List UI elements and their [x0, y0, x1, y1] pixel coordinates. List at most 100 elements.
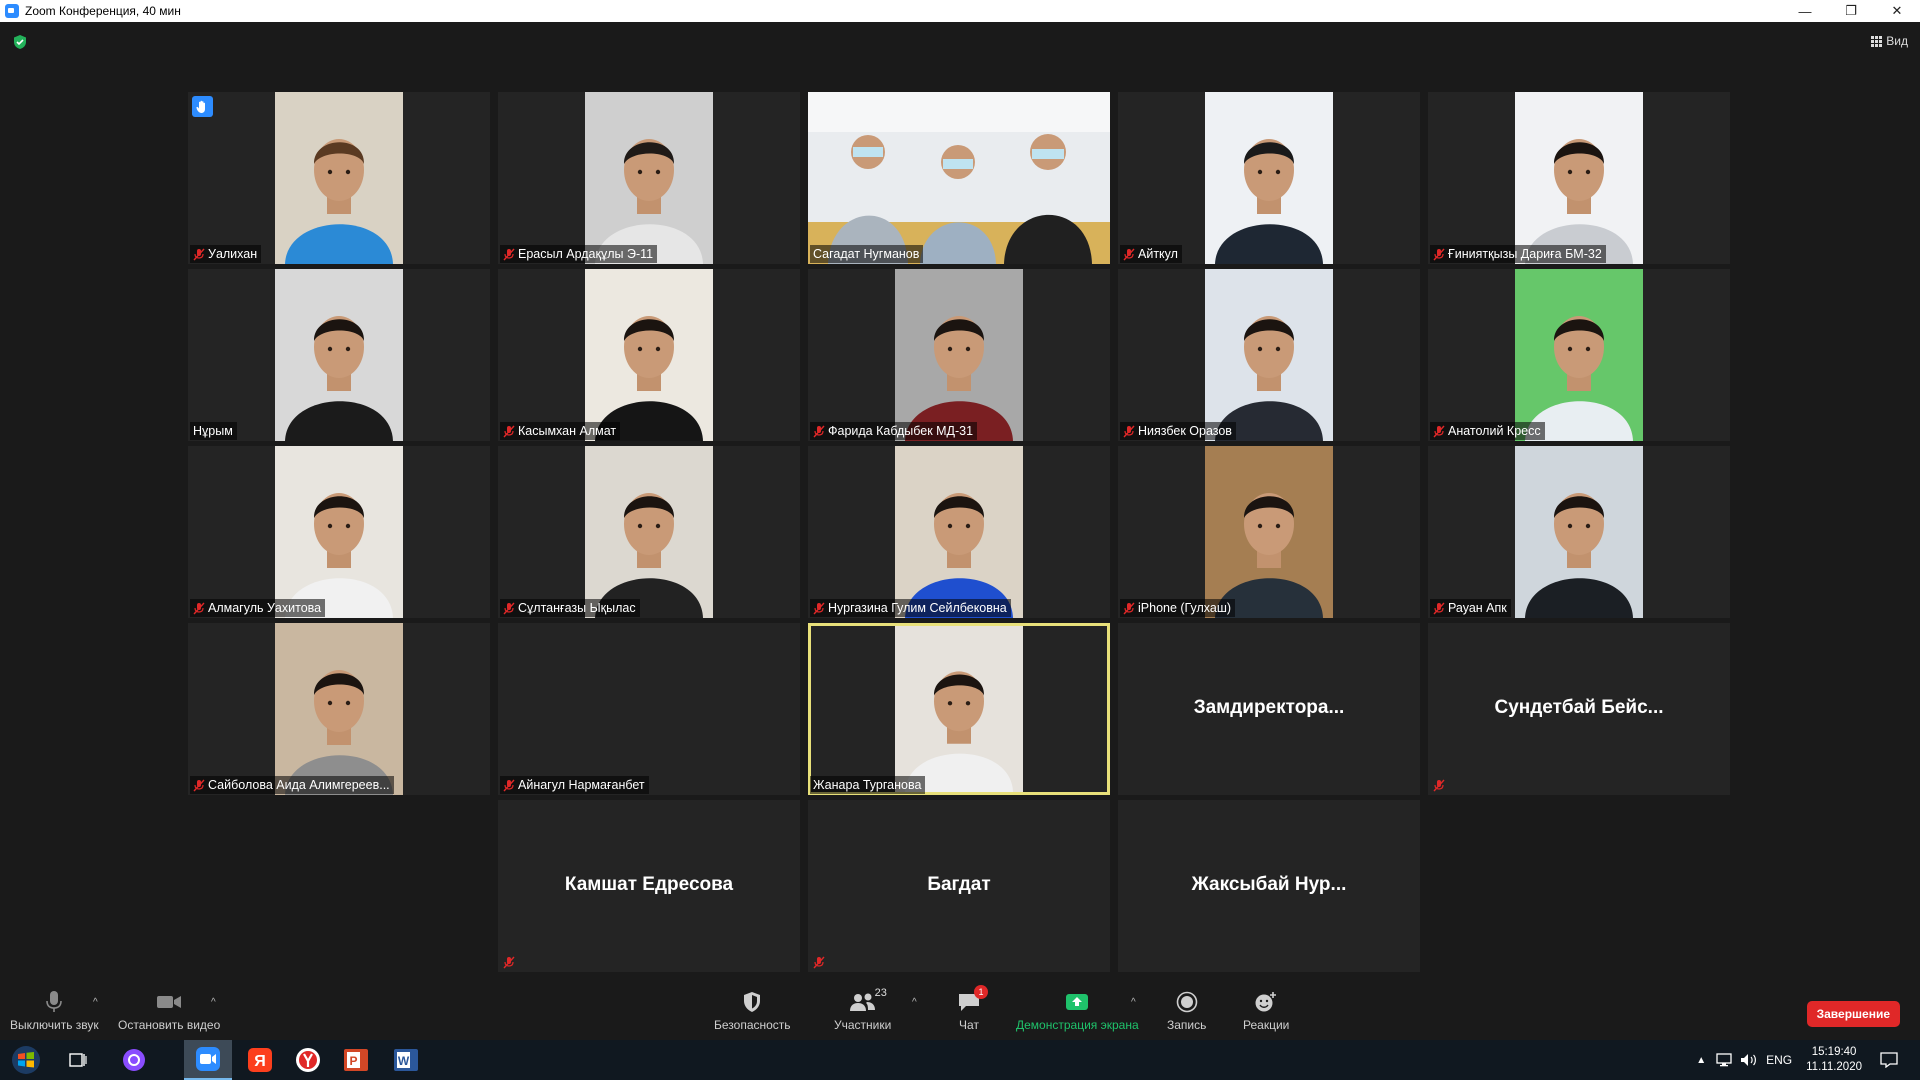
meeting-toolbar: Выключить звук ^ Остановить видео ^ Безо…: [0, 985, 1920, 1040]
end-meeting-button[interactable]: Завершение: [1806, 1001, 1900, 1027]
chat-bubble-icon: 1: [957, 985, 988, 1015]
participant-tile[interactable]: Айнагул Нармағанбет: [498, 623, 800, 795]
encryption-shield-icon[interactable]: [12, 34, 28, 50]
volume-icon[interactable]: [1740, 1053, 1758, 1067]
mute-button[interactable]: Выключить звук: [10, 989, 99, 1032]
participant-tile[interactable]: Ғиниятқызы Дариға БМ-32: [1428, 92, 1730, 264]
participant-name: Сұлтанғазы Ықылас: [518, 601, 636, 615]
participant-tile[interactable]: iPhone (Гулхаш): [1118, 446, 1420, 618]
participant-name: Фарида Кабдыбек МД-31: [828, 424, 974, 438]
participant-name: Айткул: [1138, 247, 1178, 261]
participant-video: [895, 626, 1023, 792]
participant-label: Рауан Апк: [1430, 599, 1511, 617]
participant-tile[interactable]: Ерасыл Ардақұлы Э-11: [498, 92, 800, 264]
muted-mic-icon: [503, 248, 515, 261]
participant-tile[interactable]: Сайболова Аида Алимгереев...: [188, 623, 490, 795]
participant-tile[interactable]: Ниязбек Оразов: [1118, 269, 1420, 441]
participant-name: iPhone (Гулхаш): [1138, 601, 1232, 615]
notifications-icon[interactable]: [1880, 1052, 1898, 1068]
participant-tile[interactable]: Фарида Кабдыбек МД-31: [808, 269, 1110, 441]
participant-label: Анатолий Кресс: [1430, 422, 1545, 440]
participant-name-center: Багдат: [927, 874, 991, 895]
muted-mic-icon: [193, 602, 205, 615]
participant-name: Ниязбек Оразов: [1138, 424, 1232, 438]
taskbar-clock[interactable]: 15:19:40 11.11.2020: [1806, 1045, 1862, 1075]
participant-tile[interactable]: Айткул: [1118, 92, 1420, 264]
close-button[interactable]: ✕: [1874, 0, 1920, 22]
window-title: Zoom Конференция, 40 мин: [25, 4, 181, 18]
participant-video: [1205, 269, 1333, 441]
participant-label: iPhone (Гулхаш): [1120, 599, 1236, 617]
chat-unread-badge: 1: [974, 985, 988, 999]
taskbar-alice-app[interactable]: [110, 1040, 158, 1080]
participant-tile[interactable]: Жаксыбай Нур...: [1118, 800, 1420, 972]
system-tray: ▲ ENG 15:19:40 11.11.2020: [1696, 1040, 1920, 1080]
participant-tile[interactable]: Касымхан Алмат: [498, 269, 800, 441]
participant-name-center: Камшат Едресова: [564, 874, 734, 895]
task-view-button[interactable]: [54, 1040, 102, 1080]
view-button[interactable]: Вид: [1871, 34, 1908, 48]
participant-tile[interactable]: Багдат: [808, 800, 1110, 972]
participant-tile[interactable]: Уалихан: [188, 92, 490, 264]
participant-label: Сұлтанғазы Ықылас: [500, 599, 640, 617]
maximize-button[interactable]: ❐: [1828, 0, 1874, 22]
participant-tile[interactable]: Рауан Апк: [1428, 446, 1730, 618]
record-icon: [1176, 989, 1198, 1015]
participant-label: [500, 953, 519, 971]
start-button[interactable]: [2, 1040, 50, 1080]
participant-name: Айнагул Нармағанбет: [518, 778, 645, 792]
participant-tile[interactable]: Сагадат Нугманов: [808, 92, 1110, 264]
taskbar-yandex-browser[interactable]: [284, 1040, 332, 1080]
mute-label: Выключить звук: [10, 1018, 99, 1032]
video-options-caret[interactable]: ^: [211, 997, 216, 1008]
yandex-icon: Я: [248, 1048, 272, 1072]
taskbar-powerpoint-app[interactable]: P: [332, 1040, 380, 1080]
share-options-caret[interactable]: ^: [1131, 997, 1136, 1008]
minimize-button[interactable]: —: [1782, 0, 1828, 22]
record-button[interactable]: Запись: [1167, 989, 1206, 1032]
meeting-area: Вид Уалихан Ерасыл Ардақұлы Э-11 Сагадат Н…: [0, 22, 1920, 1040]
participant-label: Нұрым: [190, 422, 237, 440]
microphone-icon: [46, 989, 63, 1015]
zoom-app-icon: [5, 4, 19, 18]
participant-tile[interactable]: Камшат Едресова: [498, 800, 800, 972]
network-icon[interactable]: [1716, 1053, 1732, 1067]
share-screen-button[interactable]: Демонстрация экрана: [1016, 989, 1139, 1032]
participant-label: [810, 953, 829, 971]
svg-text:P: P: [349, 1054, 357, 1068]
chat-button[interactable]: 1 Чат: [957, 985, 988, 1032]
participant-tile[interactable]: Алмагуль Уахитова: [188, 446, 490, 618]
security-button[interactable]: Безопасность: [714, 989, 791, 1032]
participants-options-caret[interactable]: ^: [912, 997, 917, 1008]
participant-video: [275, 623, 403, 795]
participant-tile[interactable]: Сұлтанғазы Ықылас: [498, 446, 800, 618]
video-label: Остановить видео: [118, 1018, 221, 1032]
muted-mic-icon: [813, 602, 825, 615]
participant-name-center: Замдиректора...: [1193, 697, 1345, 718]
reactions-button[interactable]: Реакции: [1243, 989, 1289, 1032]
audio-options-caret[interactable]: ^: [93, 997, 98, 1008]
participant-video: [1205, 92, 1333, 264]
participant-tile[interactable]: Замдиректора...: [1118, 623, 1420, 795]
taskbar-word-app[interactable]: W: [382, 1040, 430, 1080]
participant-label: Касымхан Алмат: [500, 422, 621, 440]
smiley-add-icon: [1254, 989, 1278, 1015]
participants-button[interactable]: 23 Участники: [834, 987, 891, 1032]
muted-mic-icon: [1123, 248, 1135, 261]
participant-tile[interactable]: Анатолий Кресс: [1428, 269, 1730, 441]
participant-tile[interactable]: Нұрым: [188, 269, 490, 441]
windows-start-icon: [12, 1046, 40, 1074]
participant-tile[interactable]: Нургазина Гулим Сейлбековна: [808, 446, 1110, 618]
participant-video: [585, 92, 713, 264]
taskbar-zoom-app[interactable]: [184, 1040, 232, 1080]
language-indicator[interactable]: ENG: [1766, 1053, 1792, 1067]
tray-overflow-icon[interactable]: ▲: [1696, 1055, 1706, 1066]
participant-name: Нургазина Гулим Сейлбековна: [828, 601, 1007, 615]
svg-text:Я: Я: [254, 1053, 266, 1070]
participant-tile[interactable]: Сундетбай Бейс...: [1428, 623, 1730, 795]
participant-tile[interactable]: Жанара Турганова: [808, 623, 1110, 795]
participant-video: [895, 269, 1023, 441]
taskbar-yandex-app[interactable]: Я: [236, 1040, 284, 1080]
muted-mic-icon: [503, 956, 515, 969]
stop-video-button[interactable]: Остановить видео: [118, 989, 220, 1032]
